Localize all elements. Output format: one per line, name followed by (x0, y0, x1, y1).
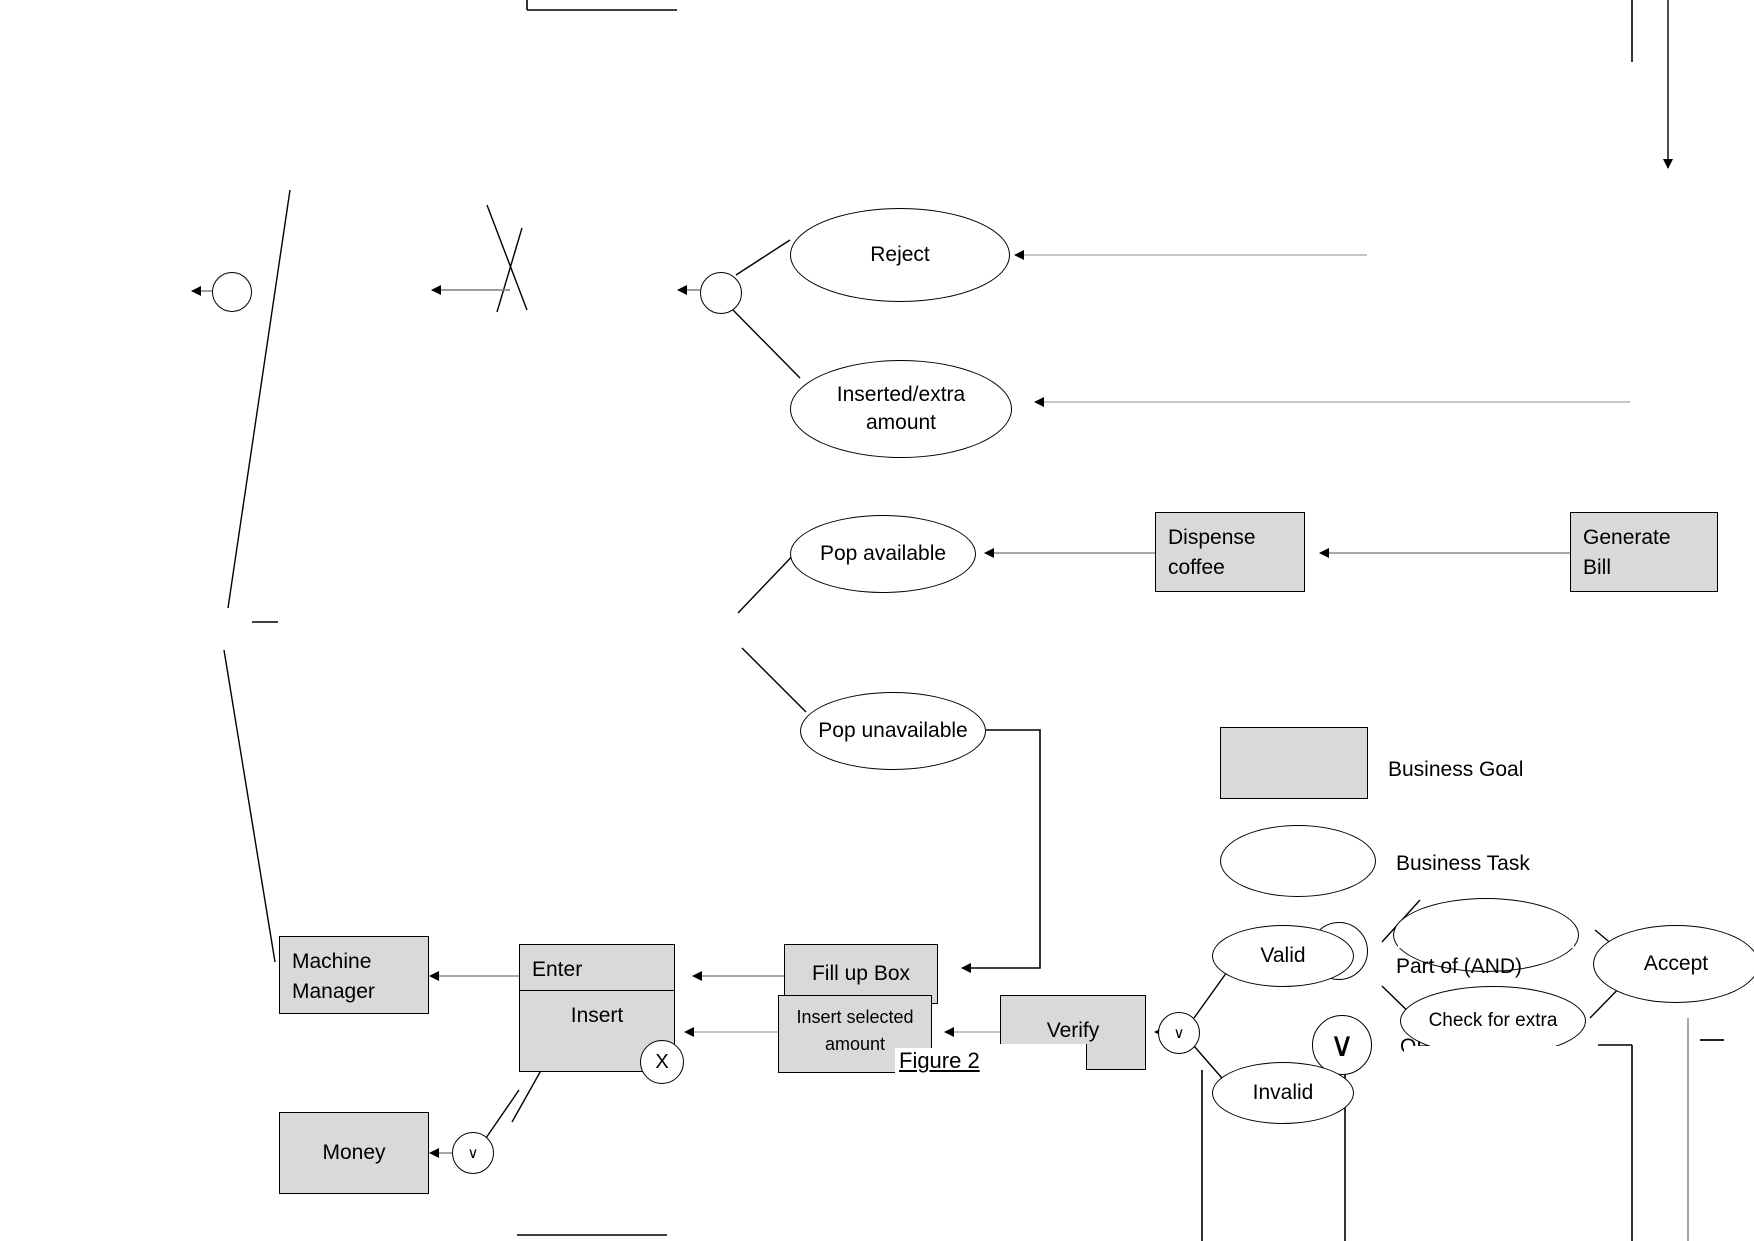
legend-task-label: Business Task (1396, 852, 1530, 875)
task-label: Pop unavailable (818, 718, 968, 742)
task-label: Invalid (1252, 1080, 1314, 1104)
goal-dispense-coffee[interactable]: Dispense coffee (1155, 512, 1305, 592)
operator-circle-topleft[interactable] (212, 272, 252, 312)
goal-label: Generate Bill (1583, 526, 1671, 580)
operator-symbol: ∨ (1329, 1026, 1355, 1064)
legend-task-swatch (1220, 825, 1376, 897)
task-label: Valid (1260, 943, 1306, 967)
operator-x-insert[interactable]: X (640, 1040, 684, 1084)
goal-label: Verify (1046, 1018, 1100, 1042)
goal-label: Dispense coffee (1168, 526, 1256, 580)
goal-label: Insert (570, 1004, 624, 1027)
task-label: Check for extra (1428, 1010, 1558, 1032)
operator-symbol: X (655, 1051, 669, 1073)
goal-label: Fill up Box (811, 961, 911, 985)
task-accept[interactable]: Accept (1593, 925, 1754, 1003)
task-label: Reject (870, 242, 930, 266)
task-invalid[interactable]: Invalid (1212, 1062, 1354, 1124)
task-label: Accept (1643, 951, 1709, 975)
goal-label: Money (322, 1140, 386, 1164)
operator-circle-reject[interactable] (700, 272, 742, 314)
legend-goal-swatch (1220, 727, 1368, 799)
operator-or-verify[interactable]: ∨ (1158, 1012, 1200, 1054)
task-pop-unavailable[interactable]: Pop unavailable (800, 692, 986, 770)
figure-caption: Figure 2 (895, 1048, 984, 1074)
task-inserted-extra-amount[interactable]: Inserted/extra amount (790, 360, 1012, 458)
operator-symbol: ∨ (467, 1144, 479, 1162)
operator-or-money[interactable]: ∨ (452, 1132, 494, 1174)
legend-and-ellipse-mask (1398, 930, 1574, 948)
diagram-canvas: Reject Inserted/extra amount Pop availab… (0, 0, 1754, 1241)
legend-check-mask (1404, 1046, 1580, 1060)
task-label: Inserted/extra amount (836, 382, 966, 434)
task-label: Pop available (819, 541, 947, 565)
goal-machine-manager[interactable]: Machine Manager (279, 936, 429, 1014)
goal-generate-bill[interactable]: Generate Bill (1570, 512, 1718, 592)
goal-money[interactable]: Money (279, 1112, 429, 1194)
verify-notch-mask (1000, 1044, 1086, 1070)
legend-goal-label: Business Goal (1388, 758, 1524, 781)
task-valid[interactable]: Valid (1212, 925, 1354, 987)
goal-label: Machine Manager (292, 950, 375, 1004)
verify-notch (1086, 1044, 1146, 1070)
figure-caption-text: Figure 2 (899, 1048, 980, 1073)
task-pop-available[interactable]: Pop available (790, 515, 976, 593)
operator-symbol: ∨ (1173, 1024, 1185, 1042)
legend-and-label: Part of (AND) (1396, 955, 1523, 978)
task-reject[interactable]: Reject (790, 208, 1010, 302)
